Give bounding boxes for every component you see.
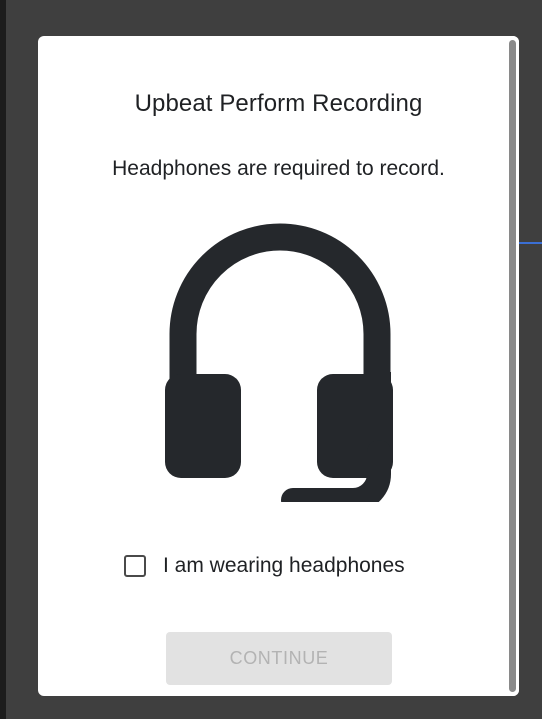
- headphones-required-dialog: Upbeat Perform Recording Headphones are …: [38, 36, 519, 696]
- continue-button[interactable]: CONTINUE: [166, 632, 392, 685]
- headphones-confirm-row[interactable]: I am wearing headphones: [124, 554, 405, 578]
- headphones-confirm-checkbox[interactable]: [124, 555, 146, 577]
- dialog-title: Upbeat Perform Recording: [134, 90, 423, 117]
- headset-icon: [165, 223, 393, 502]
- window-edge: [0, 0, 6, 719]
- dialog-message: Headphones are required to record.: [112, 157, 445, 180]
- dialog-scrollbar[interactable]: [505, 36, 519, 696]
- headphones-confirm-label[interactable]: I am wearing headphones: [163, 554, 405, 578]
- dialog-scrollbar-thumb[interactable]: [509, 40, 516, 692]
